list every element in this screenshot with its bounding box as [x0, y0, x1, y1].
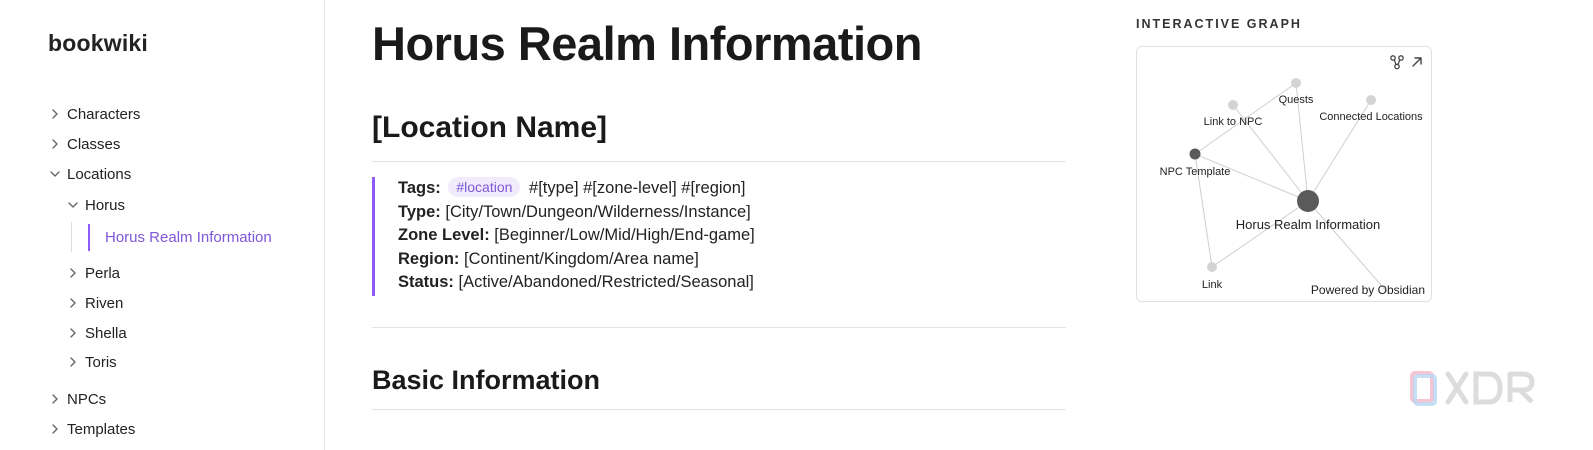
type-row: Type: [City/Town/Dungeon/Wilderness/Inst…: [398, 201, 1066, 225]
zone-level-label: Zone Level:: [398, 226, 490, 245]
status-row: Status: [Active/Abandoned/Restricted/Sea…: [398, 271, 1066, 295]
graph-heading: INTERACTIVE GRAPH: [1136, 17, 1302, 31]
active-indicator: [88, 224, 90, 251]
graph-label-connected-locations: Connected Locations: [1319, 111, 1423, 123]
tag-location[interactable]: #location: [448, 177, 521, 197]
sidebar-item-classes[interactable]: Classes: [48, 133, 120, 155]
chevron-right-icon: [48, 137, 62, 151]
sidebar-item-label: Classes: [67, 135, 121, 153]
sidebar-item-label: Shella: [85, 324, 127, 342]
region-label: Region:: [398, 249, 460, 268]
page-title: Horus Realm Information: [372, 17, 922, 70]
region-value: [Continent/Kingdom/Area name]: [464, 249, 699, 268]
tags-values: #[type] #[zone-level] #[region]: [529, 179, 746, 197]
graph-label-npc-template: NPC Template: [1160, 166, 1231, 178]
chevron-right-icon: [66, 355, 80, 369]
sidebar-item-npcs[interactable]: NPCs: [48, 388, 106, 410]
divider: [372, 409, 1066, 410]
sidebar-item-characters[interactable]: Characters: [48, 103, 140, 125]
tags-row: Tags: #location #[type] #[zone-level] #[…: [398, 177, 1066, 201]
chevron-right-icon: [66, 296, 80, 310]
graph-node-quests[interactable]: [1291, 78, 1301, 88]
status-label: Status:: [398, 273, 454, 292]
xdr-logo: [1410, 371, 1535, 406]
sidebar-item-toris[interactable]: Toris: [66, 351, 117, 373]
sidebar-item-shella[interactable]: Shella: [66, 322, 127, 344]
graph-edge: [1211, 200, 1309, 268]
sidebar-item-label: Toris: [85, 353, 117, 371]
properties-callout: Tags: #location #[type] #[zone-level] #[…: [372, 177, 1066, 296]
graph-edge: [1307, 200, 1388, 293]
tree-guide-line: [71, 222, 72, 252]
graph-label-horus-realm-information: Horus Realm Information: [1236, 217, 1381, 232]
chevron-down-icon: [48, 167, 62, 181]
sidebar-item-templates[interactable]: Templates: [48, 418, 135, 440]
sidebar-item-label: Characters: [67, 105, 141, 123]
status-value: [Active/Abandoned/Restricted/Seasonal]: [458, 273, 754, 292]
sidebar-item-label: NPCs: [67, 390, 107, 408]
sidebar-item-perla[interactable]: Perla: [66, 262, 120, 284]
sidebar-item-locations[interactable]: Locations: [48, 163, 131, 185]
sidebar-item-horus[interactable]: Horus: [66, 194, 125, 216]
chevron-down-icon: [66, 198, 80, 212]
graph-label-quests: Quests: [1279, 94, 1314, 106]
zone-level-row: Zone Level: [Beginner/Low/Mid/High/End-g…: [398, 224, 1066, 248]
sidebar-item-label: Locations: [67, 165, 132, 183]
graph-canvas[interactable]: Quests Link to NPC Connected Locations N…: [1137, 47, 1432, 302]
graph-node-link[interactable]: [1207, 262, 1217, 272]
sidebar: bookwiki Characters Classes Locations Ho…: [0, 0, 325, 450]
chevron-right-icon: [66, 266, 80, 280]
sidebar-item-horus-realm-information[interactable]: Horus Realm Information: [105, 226, 272, 248]
graph-node-connected-locations[interactable]: [1366, 95, 1376, 105]
region-row: Region: [Continent/Kingdom/Area name]: [398, 248, 1066, 272]
sidebar-item-label: Horus: [85, 196, 126, 214]
divider: [372, 161, 1066, 162]
chevron-right-icon: [48, 107, 62, 121]
graph-node-horus-realm-information[interactable]: [1297, 190, 1319, 212]
expand-icon[interactable]: [1409, 54, 1425, 70]
sidebar-item-label: Horus Realm Information: [105, 228, 272, 246]
graph-settings-icon[interactable]: [1389, 54, 1405, 70]
chevron-right-icon: [48, 392, 62, 406]
zone-level-value: [Beginner/Low/Mid/High/End-game]: [494, 226, 755, 245]
sidebar-item-label: Templates: [67, 420, 136, 438]
chevron-right-icon: [48, 422, 62, 436]
divider: [372, 327, 1066, 328]
section-heading-location-name: [Location Name]: [372, 111, 608, 144]
interactive-graph[interactable]: Quests Link to NPC Connected Locations N…: [1136, 46, 1432, 302]
type-value: [City/Town/Dungeon/Wilderness/Instance]: [445, 202, 751, 221]
sidebar-item-label: Perla: [85, 264, 121, 282]
section-heading-basic-information: Basic Information: [372, 365, 601, 395]
site-title[interactable]: bookwiki: [48, 30, 148, 57]
chevron-right-icon: [66, 326, 80, 340]
powered-by-obsidian[interactable]: Powered by Obsidian: [1311, 283, 1425, 297]
tags-label: Tags:: [398, 179, 441, 197]
sidebar-item-riven[interactable]: Riven: [66, 292, 123, 314]
sidebar-item-label: Riven: [85, 294, 124, 312]
graph-node-npc-template[interactable]: [1189, 148, 1201, 160]
graph-label-link-to-npc: Link to NPC: [1204, 116, 1263, 128]
graph-label-link: Link: [1202, 279, 1223, 291]
graph-node-link-to-npc[interactable]: [1228, 100, 1238, 110]
type-label: Type:: [398, 202, 441, 221]
